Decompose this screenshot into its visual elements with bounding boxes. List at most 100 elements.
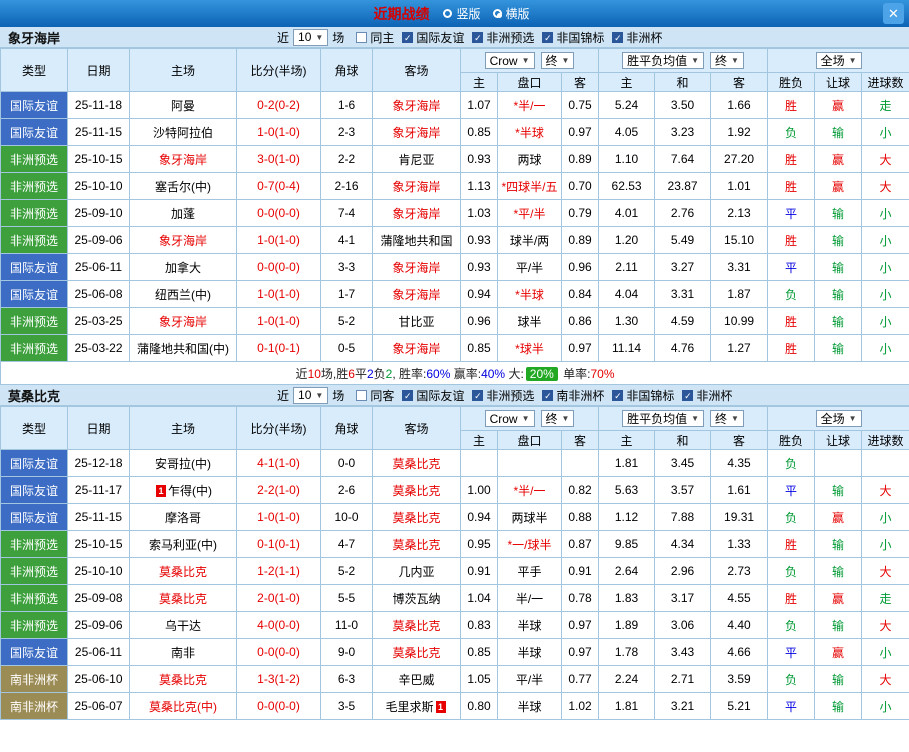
odds-home: 0.85 [461, 119, 498, 146]
home-team: 加拿大 [130, 254, 237, 281]
filter-checkbox-2[interactable]: ✓非洲预选 [472, 29, 534, 46]
result-wdl: 胜 [768, 146, 815, 173]
recent-count-select[interactable]: 10 [293, 29, 328, 46]
recent-count-select[interactable]: 10 [293, 387, 328, 404]
sub-col-handicap: 盘口 [498, 73, 562, 92]
home-team: 蒲隆地共和国(中) [130, 335, 237, 362]
team-name: 象牙海岸 [0, 28, 277, 47]
handicap-line: 平/半 [498, 254, 562, 281]
match-date: 25-10-10 [68, 173, 130, 200]
filter-checkbox-5[interactable]: ✓非洲杯 [682, 387, 732, 404]
handicap-line: *四球半/五 [498, 173, 562, 200]
competition-checkboxes: 同客 ✓国际友谊 ✓非洲预选 ✓南非洲杯 ✓非国锦标 ✓非洲杯 [348, 387, 732, 404]
red-card-badge: 1 [436, 701, 446, 713]
summary-part: 平 [355, 367, 367, 381]
result-goals: 走 [862, 92, 909, 119]
result-wdl: 负 [768, 504, 815, 531]
odds-home: 0.93 [461, 227, 498, 254]
result-handicap: 输 [815, 227, 862, 254]
filter-checkbox-0[interactable]: 同客 [356, 387, 394, 404]
home-team: 象牙海岸 [130, 227, 237, 254]
match-type-badge: 非洲预选 [1, 308, 68, 335]
match-row: 非洲预选25-10-15索马利亚(中)0-1(0-1)4-7莫桑比克0.95*一… [1, 531, 909, 558]
checkbox-label: 非洲预选 [486, 29, 534, 46]
bookmaker-select[interactable]: Crow [485, 52, 535, 69]
avg-draw-odds: 3.45 [655, 450, 711, 477]
summary-part: 赢率: [450, 367, 481, 381]
result-handicap: 输 [815, 308, 862, 335]
checkbox-icon: ✓ [472, 32, 483, 43]
avg-home-odds: 1.30 [599, 308, 655, 335]
match-type-badge: 国际友谊 [1, 504, 68, 531]
avg-draw-odds: 2.71 [655, 666, 711, 693]
match-row: 非洲预选25-03-22蒲隆地共和国(中)0-1(0-1)0-5象牙海岸0.85… [1, 335, 909, 362]
home-team: 安哥拉(中) [130, 450, 237, 477]
avg-away-odds: 2.73 [711, 558, 768, 585]
filter-checkbox-2[interactable]: ✓非洲预选 [472, 387, 534, 404]
score: 4-0(0-0) [237, 612, 321, 639]
filter-checkbox-4[interactable]: ✓非洲杯 [612, 29, 662, 46]
col-date: 日期 [68, 407, 130, 450]
avg-away-odds: 4.35 [711, 450, 768, 477]
match-date: 25-06-10 [68, 666, 130, 693]
corner-count: 1-6 [321, 92, 373, 119]
match-type-badge: 非洲预选 [1, 612, 68, 639]
radio-vertical-layout[interactable]: 竖版 [443, 5, 480, 22]
match-row: 国际友谊25-11-18阿曼0-2(0-2)1-6象牙海岸1.07*半/一0.7… [1, 92, 909, 119]
home-team: 莫桑比克 [130, 666, 237, 693]
odds-away: 0.87 [562, 531, 599, 558]
score: 2-2(1-0) [237, 477, 321, 504]
away-team: 象牙海岸 [373, 254, 461, 281]
result-handicap: 输 [815, 281, 862, 308]
final-odds-select[interactable]: 终 [541, 410, 575, 427]
wdl-average-select[interactable]: 胜平负均值 [622, 52, 704, 69]
wdl-average-select[interactable]: 胜平负均值 [622, 410, 704, 427]
match-row: 国际友谊25-06-11南非0-0(0-0)9-0莫桑比克0.85半球0.971… [1, 639, 909, 666]
radio-horizontal-label: 横版 [506, 5, 530, 22]
final-average-select[interactable]: 终 [710, 52, 744, 69]
close-icon[interactable]: ✕ [883, 3, 904, 24]
result-handicap: 赢 [815, 92, 862, 119]
result-handicap: 赢 [815, 173, 862, 200]
checkbox-icon [356, 390, 367, 401]
away-team: 毛里求斯1 [373, 693, 461, 720]
odds-away: 0.78 [562, 585, 599, 612]
section-header-bar: 象牙海岸 近 10 场 同主✓国际友谊✓非洲预选✓非国锦标✓非洲杯 [0, 27, 909, 48]
avg-home-odds: 2.64 [599, 558, 655, 585]
result-goals: 小 [862, 639, 909, 666]
filter-checkbox-0[interactable]: 同主 [356, 29, 394, 46]
filter-checkbox-3[interactable]: ✓非国锦标 [542, 29, 604, 46]
odds-home: 1.07 [461, 92, 498, 119]
score: 1-0(1-0) [237, 308, 321, 335]
near-label: 近 [277, 387, 289, 404]
matches-table: 类型 日期 主场 比分(半场) 角球 客场 Crow 终 胜平负均值 终 [0, 48, 909, 385]
avg-home-odds: 4.04 [599, 281, 655, 308]
match-date: 25-11-18 [68, 92, 130, 119]
match-type-badge: 非洲预选 [1, 585, 68, 612]
match-row: 南非洲杯25-06-10莫桑比克1-3(1-2)6-3辛巴威1.05平/半0.7… [1, 666, 909, 693]
checkbox-icon: ✓ [542, 390, 553, 401]
summary-part: , 胜率: [392, 367, 426, 381]
summary-part: 单率: [560, 367, 591, 381]
match-row: 国际友谊25-06-08纽西兰(中)1-0(1-0)1-7象牙海岸0.94*半球… [1, 281, 909, 308]
bookmaker-select[interactable]: Crow [485, 410, 535, 427]
filter-checkbox-1[interactable]: ✓国际友谊 [402, 29, 464, 46]
score: 0-0(0-0) [237, 254, 321, 281]
col-type: 类型 [1, 49, 68, 92]
match-date: 25-03-22 [68, 335, 130, 362]
handicap-line: 两球 [498, 146, 562, 173]
final-odds-select[interactable]: 终 [541, 52, 575, 69]
result-wdl: 胜 [768, 335, 815, 362]
odds-home: 0.94 [461, 281, 498, 308]
fulltime-select[interactable]: 全场 [816, 52, 862, 69]
match-date: 25-06-08 [68, 281, 130, 308]
odds-home: 0.83 [461, 612, 498, 639]
fulltime-select[interactable]: 全场 [816, 410, 862, 427]
result-goals: 大 [862, 558, 909, 585]
final-average-select[interactable]: 终 [710, 410, 744, 427]
filter-checkbox-1[interactable]: ✓国际友谊 [402, 387, 464, 404]
filter-checkbox-4[interactable]: ✓非国锦标 [612, 387, 674, 404]
radio-horizontal-layout[interactable]: 横版 [493, 5, 530, 22]
away-team: 莫桑比克 [373, 450, 461, 477]
filter-checkbox-3[interactable]: ✓南非洲杯 [542, 387, 604, 404]
